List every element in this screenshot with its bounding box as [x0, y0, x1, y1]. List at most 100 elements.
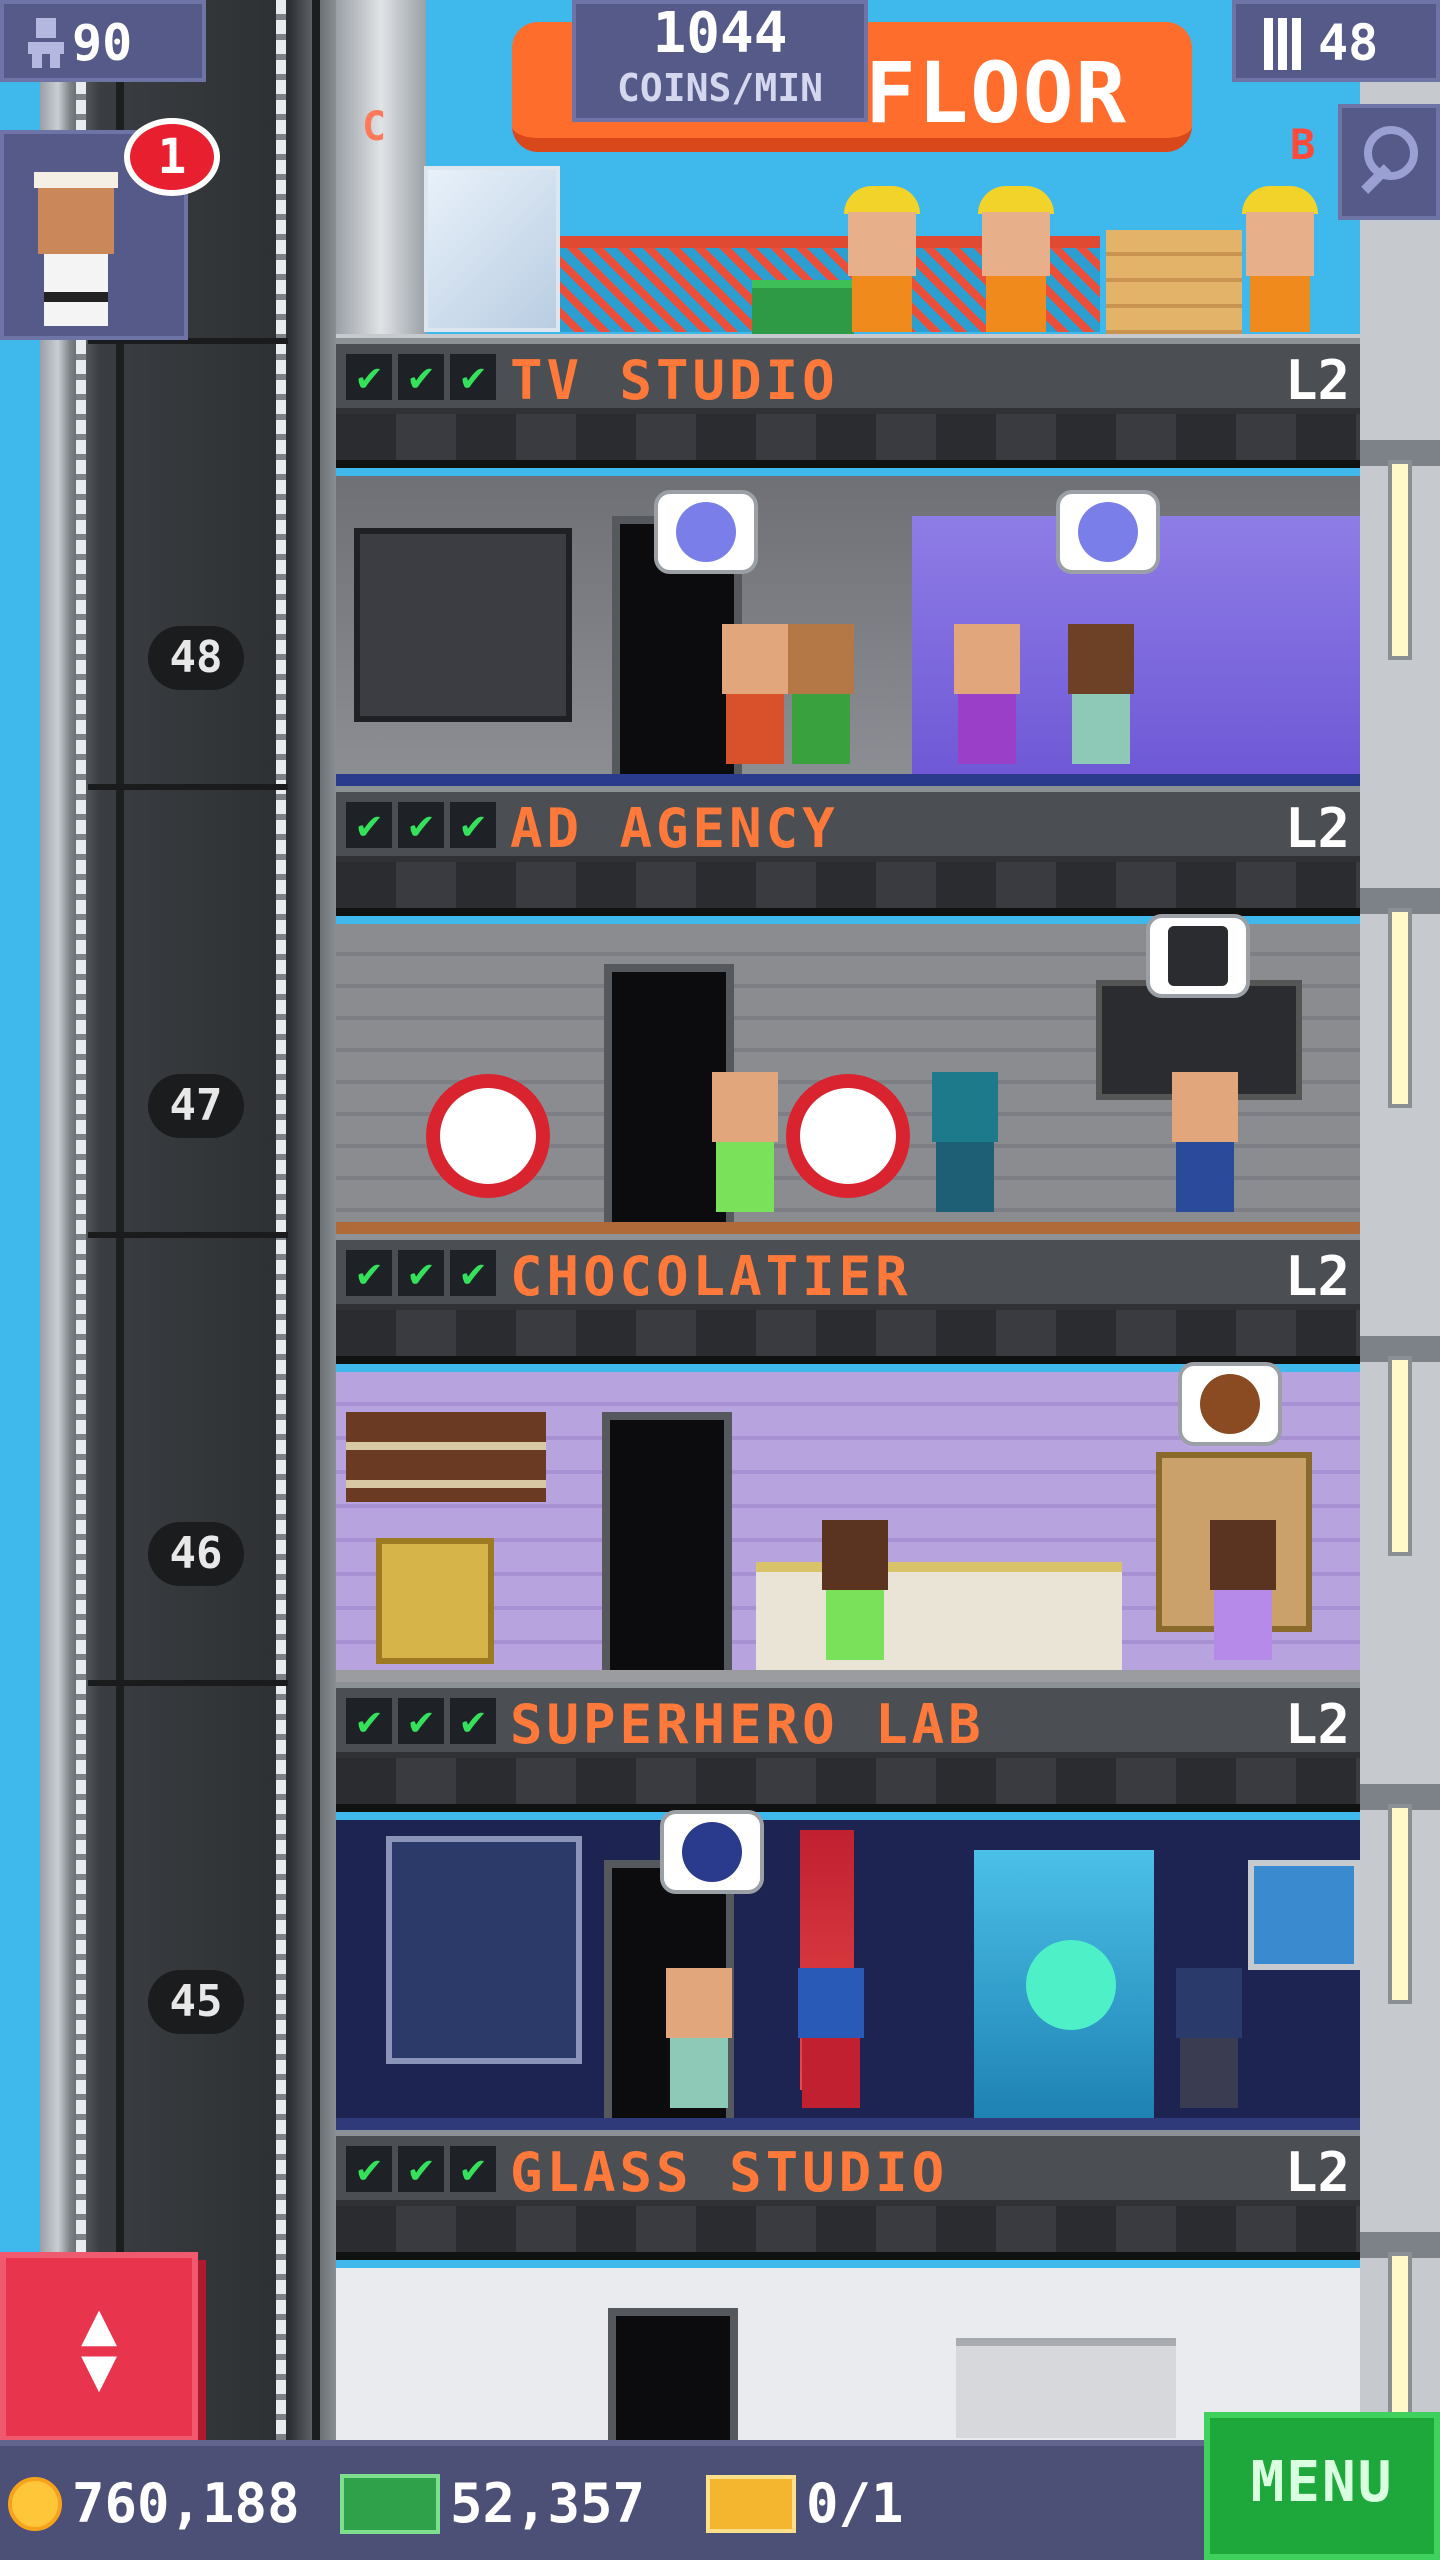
tv5-icon — [676, 502, 736, 562]
elevator-door — [602, 1412, 732, 1682]
construction-worker[interactable] — [1238, 186, 1322, 336]
bux-icon — [340, 2473, 440, 2534]
construction-pillar — [336, 0, 426, 338]
ad-agency-room — [336, 914, 1360, 1234]
control-console — [354, 528, 572, 722]
construction-worker[interactable] — [974, 186, 1058, 336]
chocolate-pot — [376, 1538, 494, 1664]
check-icon: ✔ — [346, 802, 392, 848]
floor-level: L2 — [1284, 349, 1350, 412]
bat-mask-icon — [682, 1822, 742, 1882]
bitizen[interactable] — [1170, 1968, 1248, 2118]
bitizen[interactable] — [660, 1968, 738, 2118]
shaft-floor-45 — [88, 1680, 288, 2126]
shaft-floor-47 — [88, 784, 288, 1230]
notification-badge[interactable]: 1 — [124, 118, 220, 196]
bitizen[interactable] — [1062, 624, 1140, 774]
new-floor-label: FLOOR — [865, 44, 1128, 142]
search-button[interactable] — [1338, 104, 1440, 220]
floor-superhero-lab[interactable]: ✔ ✔ ✔ SUPERHERO LAB L2 — [336, 1682, 1360, 2130]
check-icon: ✔ — [346, 354, 392, 400]
egg-chair — [786, 1074, 910, 1198]
bitizen-speech-bubble[interactable] — [660, 1810, 764, 1894]
floors-grid-icon — [1264, 18, 1302, 70]
stock-checks: ✔ ✔ ✔ — [346, 802, 496, 848]
remote-icon — [1168, 926, 1228, 986]
check-icon: ✔ — [346, 1250, 392, 1296]
floor-level: L2 — [1284, 1693, 1350, 1756]
bux-display[interactable]: 52,357 — [340, 2472, 645, 2535]
floor-number-badge: 47 — [148, 1074, 244, 1138]
check-icon: ✔ — [450, 354, 496, 400]
bux-value: 52,357 — [450, 2472, 646, 2535]
up-down-arrows-icon: ▲ ▼ — [80, 2289, 118, 2405]
floor-counter[interactable]: 48 — [1232, 0, 1440, 82]
bitizen[interactable] — [816, 1520, 894, 1670]
coins-per-minute-value: 1044 — [652, 1, 788, 66]
floor-strip — [336, 1222, 1360, 1234]
tower-window — [1388, 460, 1412, 660]
tower-right-wall — [1360, 0, 1440, 2440]
floor-ad-agency[interactable]: ✔ ✔ ✔ AD AGENCY L2 — [336, 786, 1360, 1234]
check-icon: ✔ — [450, 1250, 496, 1296]
bitizen[interactable] — [792, 1968, 870, 2118]
egg-chair — [426, 1074, 550, 1198]
floor-header: ✔ ✔ ✔ AD AGENCY L2 — [336, 786, 1360, 862]
check-icon: ✔ — [346, 2146, 392, 2192]
chocolate-shelf — [346, 1412, 546, 1502]
floor-header: ✔ ✔ ✔ TV STUDIO L2 — [336, 338, 1360, 414]
shaft-rail — [312, 0, 320, 2440]
superhero-lab-room — [336, 1810, 1360, 2130]
floor-name: GLASS STUDIO — [510, 2141, 949, 2204]
population-value: 90 — [72, 14, 133, 72]
check-icon: ✔ — [398, 1698, 444, 1744]
bitizen-speech-bubble[interactable] — [1146, 914, 1250, 998]
construction-worker[interactable] — [840, 186, 924, 336]
stock-checks: ✔ ✔ ✔ — [346, 2146, 496, 2192]
chocolate-counter — [756, 1562, 1122, 1670]
glass-shelf — [956, 2338, 1176, 2438]
stock-checks: ✔ ✔ ✔ — [346, 1250, 496, 1296]
truffle-icon — [1200, 1374, 1260, 1434]
check-icon: ✔ — [398, 2146, 444, 2192]
bitizen-speech-bubble[interactable] — [654, 490, 758, 574]
elevator-button[interactable]: ▲ ▼ — [0, 2252, 198, 2442]
elevator-door — [608, 2308, 738, 2440]
bitizen[interactable] — [1204, 1520, 1282, 1670]
glass-panel — [424, 166, 560, 332]
bitizen[interactable] — [706, 1072, 784, 1222]
tower-window — [1388, 1804, 1412, 2004]
bitizen-speech-bubble[interactable] — [1178, 1362, 1282, 1446]
floor-ceiling — [336, 1758, 1360, 1812]
tickets-display[interactable]: 0/1 — [706, 2472, 904, 2535]
floor-ceiling — [336, 414, 1360, 468]
bitizen[interactable] — [782, 624, 860, 774]
floor-ceiling — [336, 1310, 1360, 1364]
headband — [34, 172, 118, 188]
elevator-cable — [76, 0, 86, 2440]
stock-checks: ✔ ✔ ✔ — [346, 354, 496, 400]
floor-header: ✔ ✔ ✔ CHOCOLATIER L2 — [336, 1234, 1360, 1310]
floor-strip — [336, 1670, 1360, 1682]
bitizen-speech-bubble[interactable] — [1056, 490, 1160, 574]
hologram-orb — [1026, 1940, 1116, 2030]
floor-glass-studio[interactable]: ✔ ✔ ✔ GLASS STUDIO L2 — [336, 2130, 1360, 2440]
bitizen[interactable] — [948, 624, 1026, 774]
bitizen[interactable] — [1166, 1072, 1244, 1222]
check-icon: ✔ — [398, 1250, 444, 1296]
floor-strip — [336, 774, 1360, 786]
floor-tv-studio[interactable]: ✔ ✔ ✔ TV STUDIO L2 — [336, 338, 1360, 786]
coins-display[interactable]: 760,188 — [8, 2472, 300, 2535]
menu-button[interactable]: MENU — [1204, 2412, 1440, 2560]
floor-name: TV STUDIO — [510, 349, 839, 412]
population-counter[interactable]: 90 — [0, 0, 206, 82]
world-map-screen — [1248, 1860, 1360, 1970]
floor-name: CHOCOLATIER — [510, 1245, 912, 1308]
check-icon: ✔ — [450, 802, 496, 848]
check-icon: ✔ — [450, 1698, 496, 1744]
black-belt — [44, 292, 108, 302]
floor-chocolatier[interactable]: ✔ ✔ ✔ CHOCOLATIER L2 — [336, 1234, 1360, 1682]
wooden-crate — [1106, 230, 1242, 334]
stock-checks: ✔ ✔ ✔ — [346, 1698, 496, 1744]
bitizen[interactable] — [926, 1072, 1004, 1222]
